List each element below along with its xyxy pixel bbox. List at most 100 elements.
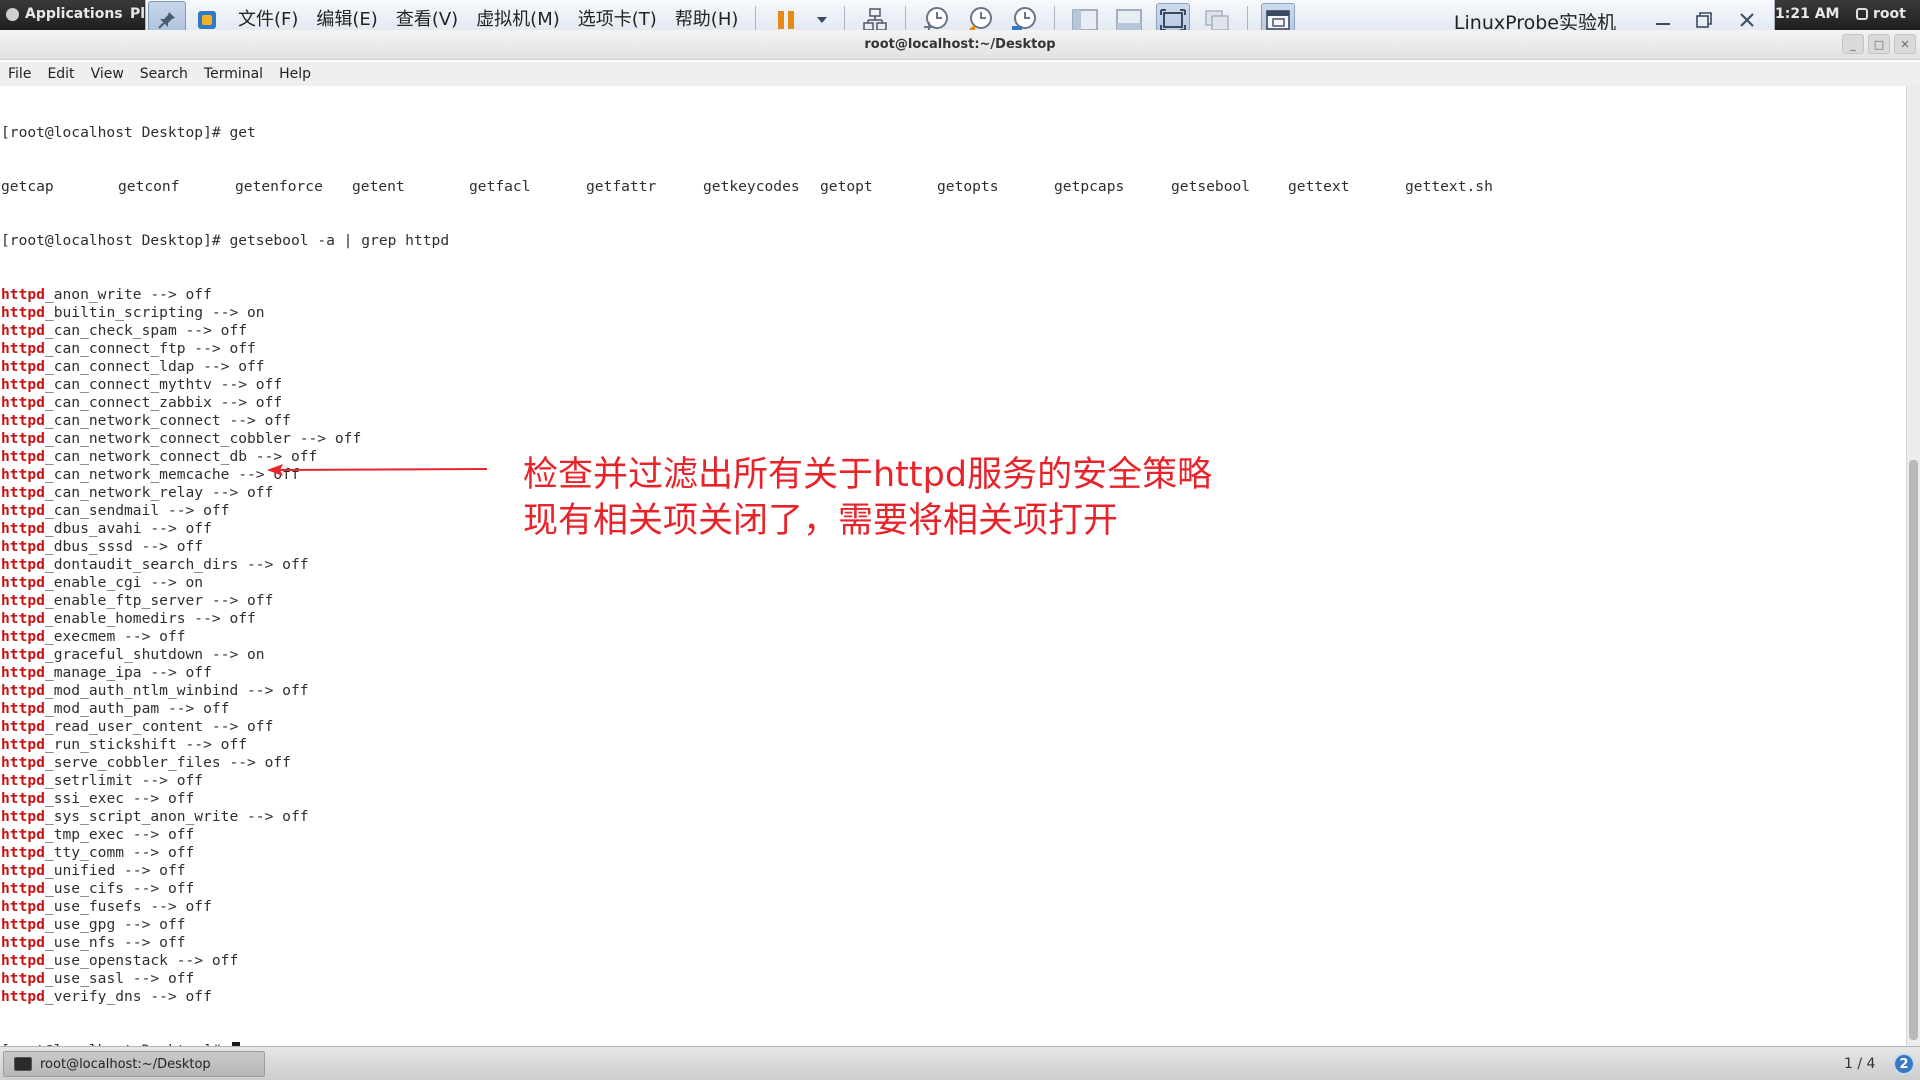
boolean-line: httpd_unified --> off <box>1 862 1522 880</box>
match-highlight: httpd <box>1 340 45 357</box>
completion-item: getconf <box>118 178 180 195</box>
terminal-window-title: root@localhost:~/Desktop <box>864 37 1056 52</box>
terminal-output[interactable]: [root@localhost Desktop]# get getcap getc… <box>0 86 1906 1046</box>
match-highlight: httpd <box>1 286 45 303</box>
annotation-line-1: 检查并过滤出所有关于httpd服务的安全策略 <box>523 455 1213 495</box>
completion-item: gettext.sh <box>1405 178 1493 195</box>
boolean-value: _dbus_avahi --> off <box>44 520 212 537</box>
terminal-menu-search[interactable]: Search <box>132 66 196 82</box>
match-highlight: httpd <box>1 628 45 645</box>
boolean-value: _graceful_shutdown --> on <box>44 646 265 663</box>
terminal-menu-help[interactable]: Help <box>271 66 319 82</box>
boolean-value: _use_nfs --> off <box>44 934 186 951</box>
match-highlight: httpd <box>1 826 45 843</box>
vm-library-icon <box>198 10 216 29</box>
terminal-menu-file[interactable]: File <box>0 66 39 82</box>
close-icon <box>1740 13 1754 27</box>
match-highlight: httpd <box>1 754 45 771</box>
boolean-line: httpd_setrlimit --> off <box>1 772 1522 790</box>
terminal-line: [root@localhost Desktop]# getsebool -a |… <box>1 232 1522 250</box>
boolean-line: httpd_use_openstack --> off <box>1 952 1522 970</box>
taskbar-item-terminal[interactable]: root@localhost:~/Desktop <box>3 1051 265 1077</box>
boolean-line: httpd_use_nfs --> off <box>1 934 1522 952</box>
boolean-value: _run_stickshift --> off <box>44 736 248 753</box>
scrollbar-thumb[interactable] <box>1909 460 1918 1040</box>
boolean-line: httpd_anon_write --> off <box>1 286 1522 304</box>
match-highlight: httpd <box>1 394 45 411</box>
terminal-window-controls: _ □ ✕ <box>1842 34 1916 54</box>
match-highlight: httpd <box>1 538 45 555</box>
boolean-value: _can_network_connect --> off <box>44 412 291 429</box>
command: get <box>229 124 256 141</box>
terminal-close-button[interactable]: ✕ <box>1894 34 1916 54</box>
terminal-minimize-button[interactable]: _ <box>1842 34 1864 54</box>
boolean-value: _use_fusefs --> off <box>44 898 212 915</box>
boolean-line: httpd_can_connect_ftp --> off <box>1 340 1522 358</box>
boolean-value: _mod_auth_ntlm_winbind --> off <box>44 682 309 699</box>
completion-item: getopts <box>937 178 999 195</box>
match-highlight: httpd <box>1 610 45 627</box>
user-menu[interactable]: root <box>1856 6 1906 22</box>
completion-item: getpcaps <box>1054 178 1125 195</box>
boolean-value: _can_network_connect_cobbler --> off <box>44 430 362 447</box>
terminal-menu-terminal[interactable]: Terminal <box>196 66 271 82</box>
boolean-line: httpd_tty_comm --> off <box>1 844 1522 862</box>
match-highlight: httpd <box>1 664 45 681</box>
boolean-line: httpd_enable_cgi --> on <box>1 574 1522 592</box>
match-highlight: httpd <box>1 844 45 861</box>
completion-item: getfattr <box>586 178 657 195</box>
completion-list: getcap getconf getenforce getent getfacl getf… <box>1 178 1522 196</box>
prompt: [root@localhost Desktop]# <box>1 232 230 249</box>
workspace-indicator[interactable]: 1 / 4 <box>1844 1056 1875 1072</box>
notification-badge[interactable]: 2 <box>1893 1053 1915 1075</box>
boolean-line: httpd_serve_cobbler_files --> off <box>1 754 1522 772</box>
terminal-menu-view[interactable]: View <box>83 66 132 82</box>
boolean-line: httpd_ssi_exec --> off <box>1 790 1522 808</box>
boolean-line: httpd_mod_auth_ntlm_winbind --> off <box>1 682 1522 700</box>
boolean-line: httpd_use_gpg --> off <box>1 916 1522 934</box>
boolean-value: _use_sasl --> off <box>44 970 195 987</box>
match-highlight: httpd <box>1 790 45 807</box>
boolean-line: httpd_enable_ftp_server --> off <box>1 592 1522 610</box>
boolean-value: _tty_comm --> off <box>44 844 195 861</box>
boolean-value: _builtin_scripting --> on <box>44 304 265 321</box>
places-menu[interactable]: Pl <box>130 6 145 22</box>
annotation-arrow <box>267 464 488 476</box>
user-icon <box>1856 8 1868 20</box>
fullscreen-icon <box>1160 8 1187 31</box>
terminal-maximize-button[interactable]: □ <box>1868 34 1890 54</box>
match-highlight: httpd <box>1 304 45 321</box>
match-highlight: httpd <box>1 322 45 339</box>
thumbnail-layout-icon <box>1116 8 1143 31</box>
restore-icon <box>1696 12 1712 28</box>
boolean-line: httpd_manage_ipa --> off <box>1 664 1522 682</box>
boolean-line: httpd_can_connect_zabbix --> off <box>1 394 1522 412</box>
clock[interactable]: 1:21 AM <box>1775 6 1839 22</box>
terminal-scrollbar[interactable] <box>1906 86 1920 1046</box>
boolean-value: _serve_cobbler_files --> off <box>44 754 291 771</box>
boolean-value: _manage_ipa --> off <box>44 664 212 681</box>
minimize-icon <box>1656 23 1670 25</box>
annotation-line-2: 现有相关项关闭了，需要将相关项打开 <box>523 501 1119 541</box>
boolean-line: httpd_enable_homedirs --> off <box>1 610 1522 628</box>
terminal-menu-edit[interactable]: Edit <box>39 66 82 82</box>
boolean-value: _execmem --> off <box>44 628 186 645</box>
match-highlight: httpd <box>1 934 45 951</box>
boolean-value: _tmp_exec --> off <box>44 826 195 843</box>
match-highlight: httpd <box>1 556 45 573</box>
taskbar-item-label: root@localhost:~/Desktop <box>40 1056 211 1072</box>
boolean-value: _enable_cgi --> on <box>44 574 204 591</box>
boolean-value: _read_user_content --> off <box>44 718 274 735</box>
pin-icon <box>158 11 175 29</box>
applications-menu[interactable]: Applications <box>6 6 123 22</box>
boolean-value: _can_connect_ftp --> off <box>44 340 256 357</box>
boolean-value: _enable_homedirs --> off <box>44 610 256 627</box>
applications-label: Applications <box>25 6 123 22</box>
boolean-value: _ssi_exec --> off <box>44 790 195 807</box>
boolean-line: httpd_tmp_exec --> off <box>1 826 1522 844</box>
boolean-line: httpd_dontaudit_search_dirs --> off <box>1 556 1522 574</box>
boolean-value: _can_check_spam --> off <box>44 322 248 339</box>
match-highlight: httpd <box>1 880 45 897</box>
boolean-value: _use_gpg --> off <box>44 916 186 933</box>
terminal-titlebar[interactable]: root@localhost:~/Desktop _ □ ✕ <box>0 30 1920 60</box>
